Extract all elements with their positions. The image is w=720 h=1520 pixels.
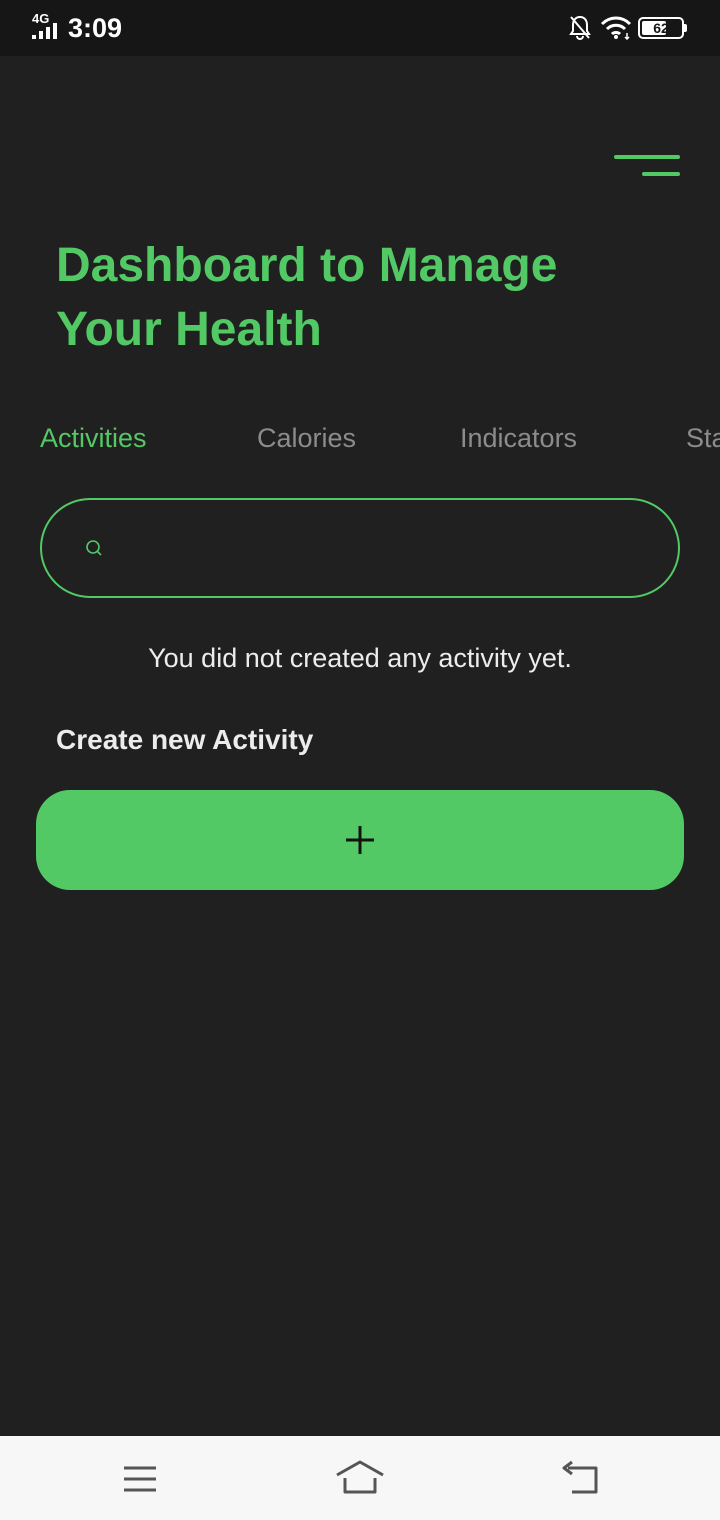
bell-off-icon (569, 15, 591, 41)
wifi-icon (600, 16, 632, 40)
battery-level: 62 (653, 20, 669, 36)
home-icon[interactable] (334, 1458, 386, 1496)
tab-statistics[interactable]: Sta (686, 418, 720, 458)
search-icon (86, 540, 102, 556)
search-input[interactable] (118, 520, 642, 578)
empty-state-message: You did not created any activity yet. (148, 643, 572, 673)
plus-icon (346, 826, 374, 854)
page-title: Dashboard to Manage Your Health (56, 239, 558, 356)
tab-calories[interactable]: Calories (257, 418, 356, 458)
tab-bar: Activities Calories Indicators Sta (0, 418, 720, 462)
back-icon[interactable] (558, 1460, 600, 1496)
menu-icon-line-top (614, 155, 680, 159)
battery-tip (684, 24, 687, 32)
status-bar: 4G 3:09 62 (0, 0, 720, 56)
menu-icon[interactable] (612, 152, 682, 182)
app-screen: 4G 3:09 62 Dashboard to Manage Your Heal… (0, 0, 720, 1520)
recent-apps-icon[interactable] (120, 1462, 160, 1496)
status-time: 3:09 (68, 13, 123, 43)
signal-icon (32, 23, 57, 39)
tab-activities[interactable]: Activities (40, 418, 147, 458)
menu-icon-line-bottom (642, 172, 680, 176)
tab-indicators[interactable]: Indicators (460, 418, 577, 458)
create-activity-label: Create new Activity (56, 724, 314, 755)
